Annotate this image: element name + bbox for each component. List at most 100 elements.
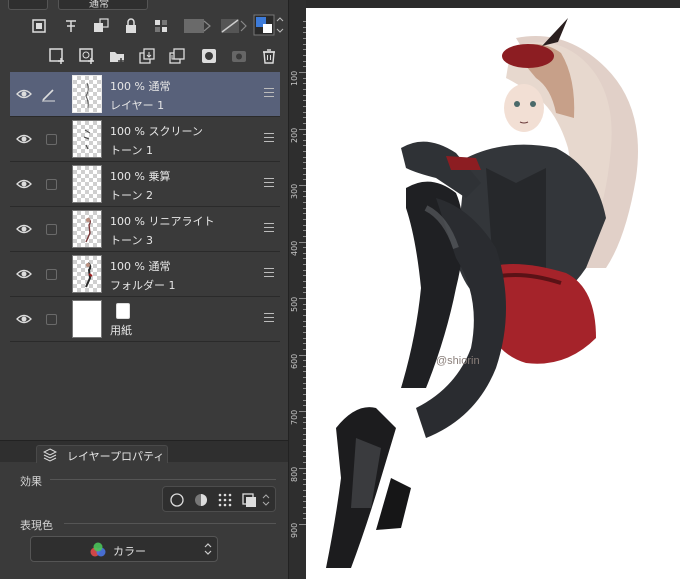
- new-layer-icon: [49, 48, 64, 64]
- layer-menu-icon[interactable]: [264, 313, 274, 323]
- property-tab-bar: レイヤープロパティ: [0, 440, 288, 463]
- eye-icon[interactable]: [16, 176, 32, 192]
- expression-color-label: 表現色: [20, 519, 53, 532]
- layer-menu-icon[interactable]: [264, 133, 274, 143]
- effect-divider: [50, 479, 276, 480]
- reference-layer-button[interactable]: [28, 15, 50, 37]
- layer-thumbnail: [72, 165, 102, 203]
- layer-name: トーン 1: [110, 144, 153, 157]
- sketch-thumb-icon: [85, 82, 89, 109]
- layers-icon: [43, 448, 57, 462]
- layer-thumbnail: [72, 210, 102, 248]
- layer-row-folder1[interactable]: 100 % 通常 フォルダー 1: [10, 252, 280, 297]
- lock-transparent-button[interactable]: [90, 15, 112, 37]
- layer-opacity-blend: 100 % 通常: [110, 80, 171, 93]
- tab-label: レイヤープロパティ: [67, 450, 165, 463]
- layer-menu-icon[interactable]: [264, 223, 274, 233]
- layer-color-icon[interactable]: [241, 492, 257, 508]
- layer-menu-icon[interactable]: [264, 268, 274, 278]
- layer-mask-icon: [202, 49, 216, 63]
- merge-icon: [169, 48, 185, 64]
- transfer-to-lower-layer-button[interactable]: [136, 45, 158, 67]
- layer-name: トーン 2: [110, 189, 153, 202]
- color-mode-value: カラー: [113, 545, 146, 558]
- color-swap-icon: [253, 14, 284, 36]
- mask-button[interactable]: [180, 15, 214, 37]
- apply-mask-button[interactable]: [228, 45, 250, 67]
- eye-icon[interactable]: [16, 221, 32, 237]
- effect-more-icon[interactable]: [261, 492, 271, 508]
- lock-alpha-button[interactable]: [150, 15, 172, 37]
- layer-name: 用紙: [110, 324, 132, 337]
- ruler-label: 300: [290, 183, 299, 199]
- eye-icon[interactable]: [16, 131, 32, 147]
- border-effect-icon[interactable]: [169, 492, 185, 508]
- layer-row-layer1[interactable]: 100 % 通常 レイヤー 1: [10, 72, 280, 117]
- reference-icon: [32, 19, 46, 33]
- layer-checkbox[interactable]: [46, 179, 57, 190]
- expression-color-divider: [64, 523, 276, 524]
- new-raster-layer-button[interactable]: [46, 45, 68, 67]
- blend-mode-dropdown[interactable]: 通常: [58, 0, 148, 10]
- vertical-ruler: 100 200 300 400 500 600 700 800 900: [288, 0, 307, 579]
- layer-menu-icon[interactable]: [264, 88, 274, 98]
- layer-row-tone2[interactable]: 100 % 乗算 トーン 2: [10, 162, 280, 207]
- layer-checkbox[interactable]: [46, 314, 57, 325]
- layer-menu-icon[interactable]: [264, 178, 274, 188]
- clip-to-layer-below-button[interactable]: [60, 15, 82, 37]
- clip-icon: [66, 20, 76, 32]
- delete-layer-button[interactable]: [258, 45, 280, 67]
- layer-name: フォルダー 1: [110, 279, 176, 292]
- mask-icon: [184, 19, 211, 33]
- blend-mode-value: 通常: [89, 0, 109, 10]
- eye-icon[interactable]: [16, 266, 32, 282]
- layer-row-paper[interactable]: 用紙: [10, 297, 280, 342]
- ruler-icon: [221, 19, 247, 33]
- layer-row-tone3[interactable]: 100 % リニアライト トーン 3: [10, 207, 280, 252]
- layer-thumbnail: [72, 255, 102, 293]
- eye-icon[interactable]: [16, 311, 32, 327]
- character-illustration: @shiorin: [326, 18, 638, 568]
- layer-checkbox[interactable]: [46, 134, 57, 145]
- ruler-layer-button[interactable]: [218, 15, 248, 37]
- layer-panel: 通常 100 % 通常 レイヤー 1 100 % スクリーン トーン 1 100…: [0, 0, 288, 579]
- layer-row-tone1[interactable]: 100 % スクリーン トーン 1: [10, 117, 280, 162]
- extract-line-icon[interactable]: [193, 492, 209, 508]
- checker-lock-icon: [155, 20, 167, 32]
- layer-checkbox[interactable]: [46, 269, 57, 280]
- panel-header: 通常: [0, 0, 288, 12]
- apply-mask-icon: [232, 51, 246, 62]
- canvas-area[interactable]: @shiorin: [306, 0, 680, 579]
- character-thumb-icon: [85, 262, 93, 288]
- tone-thumb-icon: [83, 129, 91, 150]
- new-folder-button[interactable]: [106, 45, 128, 67]
- character-thumb-icon: [85, 217, 91, 243]
- layer-opacity-blend: 100 % 乗算: [110, 170, 171, 183]
- merge-down-button[interactable]: [166, 45, 188, 67]
- create-layer-mask-button[interactable]: [198, 45, 220, 67]
- expression-color-select[interactable]: カラー: [30, 536, 218, 562]
- layer-toolbar-top: [0, 12, 288, 40]
- ruler-label: 600: [290, 353, 299, 369]
- layer-opacity-blend: 100 % 通常: [110, 260, 171, 273]
- tab-layer-property[interactable]: レイヤープロパティ: [36, 445, 168, 463]
- layer-name: レイヤー 1: [110, 99, 165, 112]
- rgb-color-icon: [90, 542, 106, 557]
- new-vector-layer-button[interactable]: [76, 45, 98, 67]
- layer-checkbox[interactable]: [46, 224, 57, 235]
- trash-icon: [263, 49, 275, 64]
- lock-layer-button[interactable]: [120, 15, 142, 37]
- tone-effect-icon[interactable]: [217, 492, 233, 508]
- ruler-label: 500: [290, 296, 299, 312]
- layer-opacity-blend: 100 % リニアライト: [110, 215, 215, 228]
- effect-buttons: [162, 486, 276, 512]
- new-vector-icon: [79, 48, 94, 64]
- ruler-label: 100: [290, 70, 299, 86]
- layer-opacity-blend: 100 % スクリーン: [110, 125, 203, 138]
- eye-icon[interactable]: [16, 86, 32, 102]
- chevron-updown-icon: [204, 543, 212, 555]
- ruler-label: 400: [290, 240, 299, 256]
- artist-signature: @shiorin: [436, 355, 480, 367]
- panel-menu-dropdown[interactable]: [8, 0, 48, 10]
- color-layer-button[interactable]: [252, 13, 284, 39]
